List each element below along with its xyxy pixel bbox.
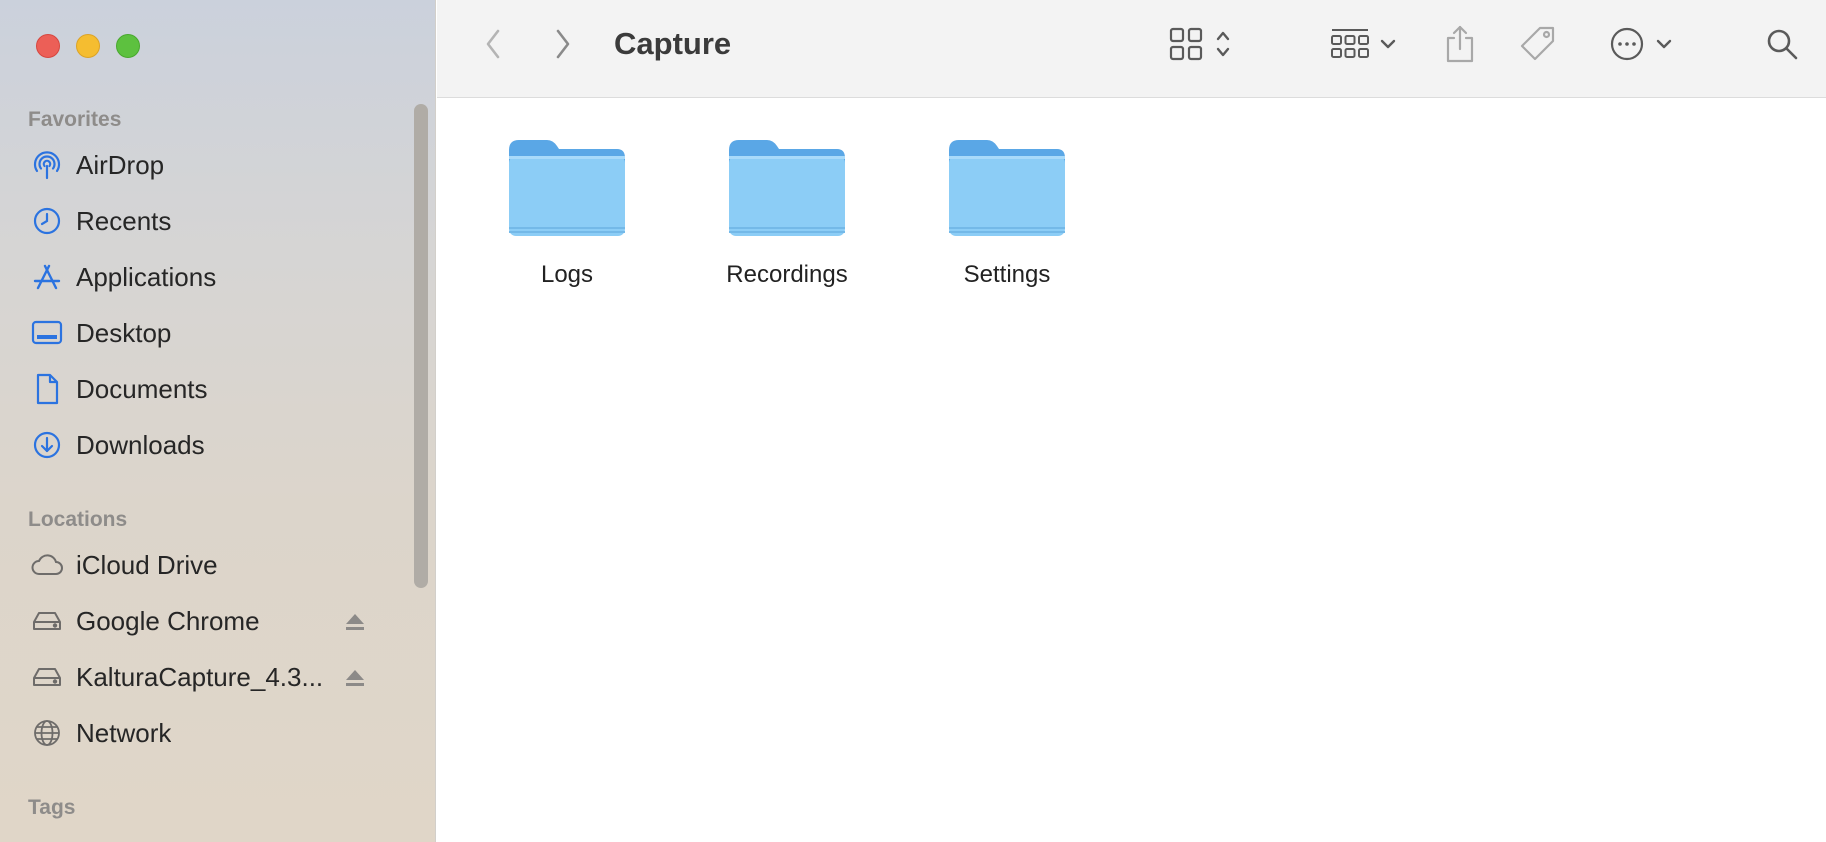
tag-button[interactable] xyxy=(1517,22,1559,70)
forward-button[interactable] xyxy=(543,22,583,70)
folder-item-logs[interactable]: Logs xyxy=(467,134,667,304)
sidebar-scrollbar[interactable] xyxy=(414,104,428,588)
forward-chevron-icon xyxy=(553,28,573,65)
folder-name: Settings xyxy=(963,261,1051,288)
search-button[interactable] xyxy=(1762,22,1802,70)
favorites-section-label: Favorites xyxy=(28,108,122,131)
chevron-down-icon xyxy=(1379,37,1397,55)
window-title: Capture xyxy=(614,26,732,61)
group-grid-icon xyxy=(1331,27,1369,66)
cloud-icon xyxy=(30,548,64,582)
sidebar-item-label: Network xyxy=(76,717,172,748)
desktop-icon xyxy=(30,316,64,350)
more-actions-button[interactable] xyxy=(1603,22,1679,70)
sidebar-item-icloud-drive[interactable]: iCloud Drive xyxy=(12,541,402,589)
ellipsis-circle-icon xyxy=(1609,26,1645,67)
finder-window: Favorites AirDrop Recents Applications D… xyxy=(0,0,1826,842)
folder-icon xyxy=(945,134,1069,245)
document-icon xyxy=(30,372,64,406)
file-browser-content: Logs Recordings Settings xyxy=(437,98,1826,842)
close-button[interactable] xyxy=(36,34,60,58)
sidebar-item-label: Recents xyxy=(76,205,172,236)
sidebar-item-label: Google Chrome xyxy=(76,605,260,636)
share-icon xyxy=(1444,24,1476,69)
download-icon xyxy=(30,428,64,462)
search-icon xyxy=(1765,27,1799,66)
minimize-button[interactable] xyxy=(76,34,100,58)
icon-grid-icon xyxy=(1169,27,1203,66)
sidebar-item-downloads[interactable]: Downloads xyxy=(12,421,402,469)
sidebar-item-label: AirDrop xyxy=(76,149,165,180)
maximize-button[interactable] xyxy=(116,34,140,58)
folder-item-recordings[interactable]: Recordings xyxy=(687,134,887,304)
sidebar-item-label: Applications xyxy=(76,261,217,292)
sidebar-item-network[interactable]: Network xyxy=(12,709,402,757)
disk-icon xyxy=(30,660,64,694)
chevron-down-icon xyxy=(1655,37,1673,55)
sidebar-item-label: Documents xyxy=(76,373,208,404)
sidebar-item-label: Downloads xyxy=(76,429,205,460)
eject-icon[interactable] xyxy=(344,667,366,689)
airdrop-icon xyxy=(30,148,64,182)
sidebar-item-applications[interactable]: Applications xyxy=(12,253,402,301)
eject-icon[interactable] xyxy=(344,611,366,633)
folder-icon xyxy=(505,134,629,245)
folder-icon xyxy=(725,134,849,245)
group-button[interactable] xyxy=(1326,22,1402,70)
sidebar-item-recents[interactable]: Recents xyxy=(12,197,402,245)
tags-section-label: Tags xyxy=(28,796,76,819)
globe-icon xyxy=(30,716,64,750)
tag-icon xyxy=(1518,24,1558,69)
sidebar-item-desktop[interactable]: Desktop xyxy=(12,309,402,357)
sidebar-item-airdrop[interactable]: AirDrop xyxy=(12,141,402,189)
folder-name: Logs xyxy=(540,261,594,288)
sidebar-item-google-chrome[interactable]: Google Chrome xyxy=(12,597,402,645)
applications-icon xyxy=(30,260,64,294)
sidebar-item-label: KalturaCapture_4.3... xyxy=(76,661,324,692)
up-down-chevron-icon xyxy=(1215,28,1231,65)
sidebar-item-label: Desktop xyxy=(76,317,172,348)
sidebar-item-label: iCloud Drive xyxy=(76,549,218,580)
folder-item-settings[interactable]: Settings xyxy=(907,134,1107,304)
share-button[interactable] xyxy=(1440,22,1480,70)
sidebar: Favorites AirDrop Recents Applications D… xyxy=(0,0,436,842)
locations-section-label: Locations xyxy=(28,508,128,531)
disk-icon xyxy=(30,604,64,638)
clock-icon xyxy=(30,204,64,238)
sidebar-item-kalturacapture[interactable]: KalturaCapture_4.3... xyxy=(12,653,402,701)
view-mode-button[interactable] xyxy=(1161,22,1239,70)
sidebar-item-documents[interactable]: Documents xyxy=(12,365,402,413)
back-chevron-icon xyxy=(483,28,503,65)
back-button[interactable] xyxy=(473,22,513,70)
folder-name: Recordings xyxy=(726,261,848,288)
toolbar: Capture xyxy=(437,0,1826,98)
